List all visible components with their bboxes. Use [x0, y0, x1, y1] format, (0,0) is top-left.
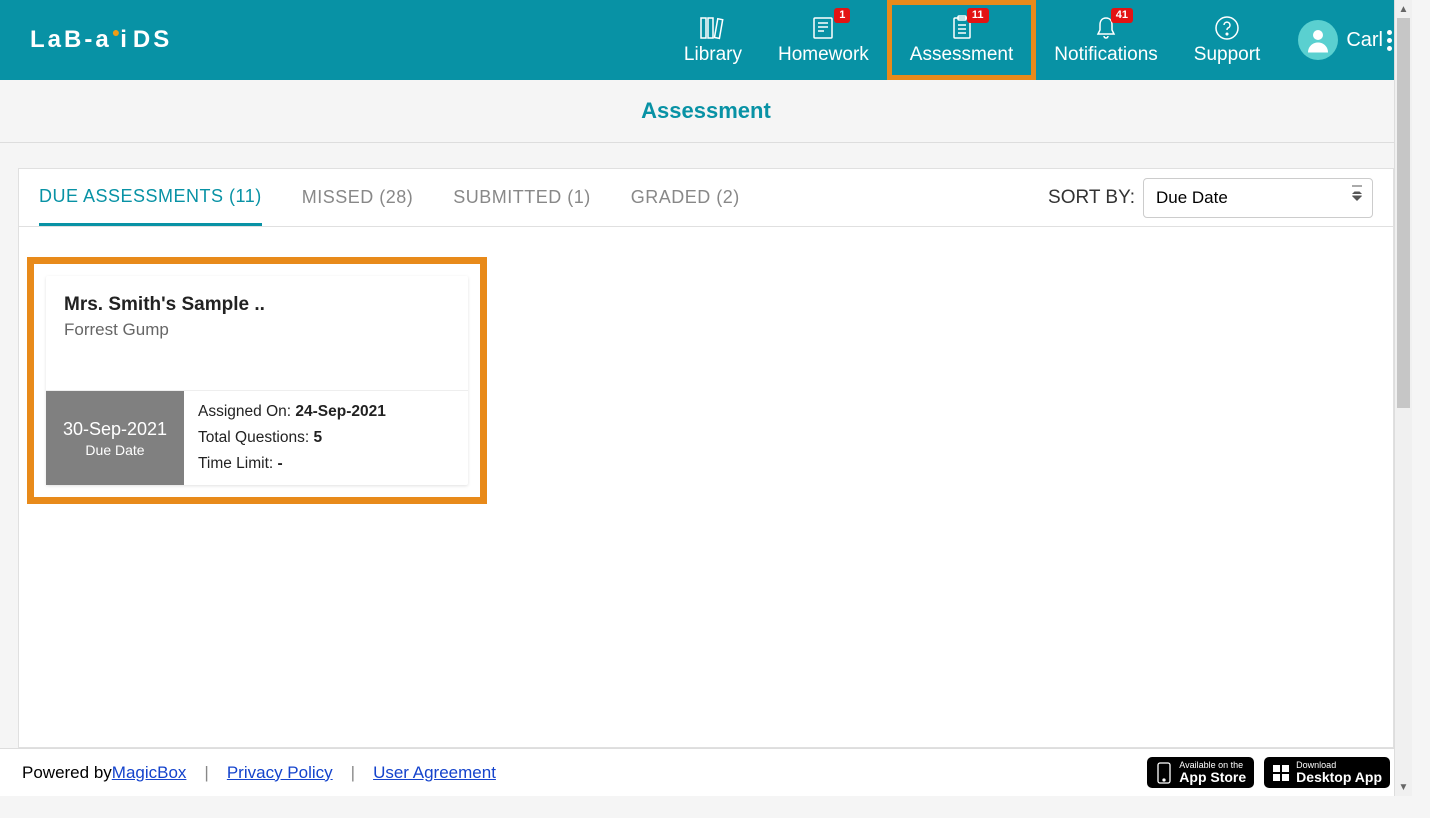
homework-icon: 1 — [810, 14, 836, 42]
total-questions-label: Total Questions: — [198, 429, 313, 446]
windows-icon — [1272, 764, 1290, 782]
desktop-big: Desktop App — [1296, 770, 1382, 784]
app-store-button[interactable]: Available on the App Store — [1147, 757, 1254, 788]
user-menu[interactable]: Carl — [1298, 20, 1392, 60]
card-subtitle: Forrest Gump — [64, 320, 450, 340]
assigned-on-label: Assigned On: — [198, 403, 295, 420]
appstore-big: App Store — [1179, 770, 1246, 784]
time-limit-value: - — [278, 455, 283, 472]
assessment-badge: 11 — [967, 8, 989, 23]
assessment-card[interactable]: Mrs. Smith's Sample .. Forrest Gump 30-S… — [46, 276, 468, 485]
due-date: 30-Sep-2021 — [63, 419, 167, 440]
privacy-policy-link[interactable]: Privacy Policy — [227, 763, 333, 783]
tab-missed[interactable]: MISSED (28) — [302, 171, 414, 224]
assessment-icon: 11 — [949, 14, 975, 42]
card-info: Assigned On: 24-Sep-2021 Total Questions… — [184, 391, 400, 485]
footer: Powered by MagicBox | Privacy Policy | U… — [0, 748, 1412, 796]
card-title: Mrs. Smith's Sample .. — [64, 294, 450, 316]
notifications-badge: 41 — [1111, 8, 1133, 23]
assessment-card-highlight: Mrs. Smith's Sample .. Forrest Gump 30-S… — [27, 257, 487, 504]
main-nav: Library 1 Homework 11 Assessment 4 — [666, 0, 1278, 80]
tabs-row: DUE ASSESSMENTS (11) MISSED (28) SUBMITT… — [19, 169, 1393, 227]
cards-container: Mrs. Smith's Sample .. Forrest Gump 30-S… — [19, 227, 1393, 534]
bell-icon: 41 — [1093, 14, 1119, 42]
scroll-up-arrow[interactable]: ▲ — [1395, 0, 1412, 18]
nav-label: Library — [684, 44, 742, 66]
magicbox-link[interactable]: MagicBox — [112, 763, 187, 783]
powered-by-label: Powered by — [22, 763, 112, 783]
scroll-thumb[interactable] — [1397, 18, 1410, 408]
help-icon — [1214, 14, 1240, 42]
nav-label: Homework — [778, 44, 869, 66]
separator: | — [351, 763, 355, 783]
scroll-down-arrow[interactable]: ▼ — [1395, 778, 1412, 796]
sort-select[interactable]: Due Date — [1143, 178, 1373, 218]
assessment-panel: DUE ASSESSMENTS (11) MISSED (28) SUBMITT… — [18, 168, 1394, 748]
due-date-box: 30-Sep-2021 Due Date — [46, 391, 184, 485]
nav-assessment[interactable]: 11 Assessment — [887, 0, 1036, 80]
sort-caret-icon — [1352, 189, 1362, 201]
time-limit-row: Time Limit: - — [198, 455, 386, 473]
sort-area: SORT BY: Due Date — [1048, 178, 1373, 218]
page-subheader: Assessment — [0, 80, 1412, 143]
nav-support[interactable]: Support — [1176, 0, 1279, 80]
sort-label: SORT BY: — [1048, 187, 1135, 209]
sort-value: Due Date — [1156, 188, 1228, 208]
homework-badge: 1 — [834, 8, 850, 23]
nav-label: Support — [1194, 44, 1261, 66]
desktop-app-button[interactable]: Download Desktop App — [1264, 757, 1390, 788]
total-questions-value: 5 — [313, 429, 322, 446]
due-date-label: Due Date — [85, 442, 144, 458]
phone-icon — [1155, 762, 1173, 784]
assigned-on-value: 24-Sep-2021 — [295, 403, 385, 420]
separator: | — [204, 763, 208, 783]
scrollbar[interactable]: ▲ ▼ — [1394, 0, 1412, 796]
tab-graded[interactable]: GRADED (2) — [631, 171, 740, 224]
kebab-icon — [1387, 30, 1392, 51]
logo[interactable]: LaB-a●iDS — [30, 26, 171, 54]
page-title: Assessment — [0, 98, 1412, 124]
tab-submitted[interactable]: SUBMITTED (1) — [453, 171, 591, 224]
nav-label: Notifications — [1054, 44, 1158, 66]
header-bar: LaB-a●iDS Library 1 Homework 11 — [0, 0, 1412, 80]
nav-homework[interactable]: 1 Homework — [760, 0, 887, 80]
nav-library[interactable]: Library — [666, 0, 760, 80]
avatar — [1298, 20, 1338, 60]
user-agreement-link[interactable]: User Agreement — [373, 763, 496, 783]
library-icon — [698, 14, 728, 42]
nav-label: Assessment — [910, 44, 1013, 66]
time-limit-label: Time Limit: — [198, 455, 278, 472]
total-questions-row: Total Questions: 5 — [198, 429, 386, 447]
assigned-on-row: Assigned On: 24-Sep-2021 — [198, 403, 386, 421]
tab-due-assessments[interactable]: DUE ASSESSMENTS (11) — [39, 170, 262, 226]
user-name: Carl — [1346, 29, 1383, 52]
nav-notifications[interactable]: 41 Notifications — [1036, 0, 1176, 80]
